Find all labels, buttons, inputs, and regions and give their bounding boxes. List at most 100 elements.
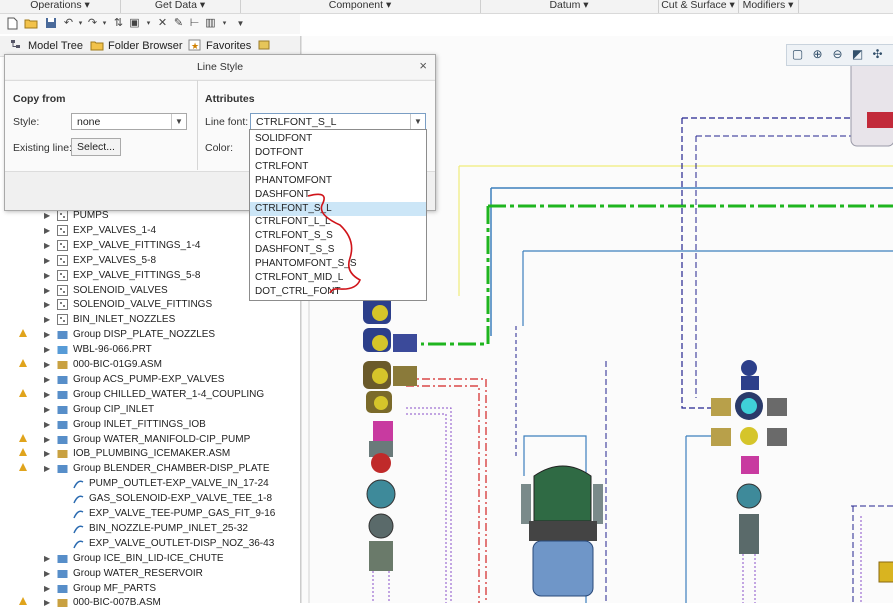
expand-toggle-icon[interactable]: ▶: [44, 372, 50, 387]
assembly-icon: [57, 210, 68, 221]
ribbon-group-cut-surface[interactable]: Cut & Surface ▾: [658, 0, 739, 13]
tree-row[interactable]: ▶ Group ICE_BIN_LID-ICE_CHUTE: [0, 551, 300, 566]
expand-toggle-icon[interactable]: ▶: [44, 581, 50, 596]
assembly-icon: [57, 254, 68, 266]
line-font-option[interactable]: PHANTOMFONT: [250, 174, 426, 188]
tree-row[interactable]: ▶ Group WATER_RESERVOIR: [0, 566, 300, 581]
close-icon[interactable]: ×: [419, 58, 427, 73]
line-font-option[interactable]: DOTFONT: [250, 146, 426, 160]
zoom-out-icon[interactable]: ⊖: [830, 47, 845, 62]
tree-row-label: Group ACS_PUMP-EXP_VALVES: [73, 373, 225, 385]
expand-toggle-icon[interactable]: ▶: [44, 223, 50, 238]
expand-toggle-icon[interactable]: ▶: [44, 551, 50, 566]
edit-icon[interactable]: ✎: [172, 17, 185, 30]
tree-row-label: Group INLET_FITTINGS_IOB: [73, 418, 206, 430]
open-folder-icon[interactable]: [24, 17, 38, 30]
expand-toggle-icon[interactable]: ▶: [44, 417, 50, 432]
tree-row[interactable]: EXP_VALVE_TEE-PUMP_GAS_FIT_9-16: [0, 506, 300, 521]
windows-dropdown-icon[interactable]: ▾: [142, 17, 155, 30]
tree-row[interactable]: ▶ Group INLET_FITTINGS_IOB: [0, 417, 300, 432]
tree-row-label: SOLENOID_VALVE_FITTINGS: [73, 299, 213, 311]
line-font-option[interactable]: CTRLFONT_L_L: [250, 215, 426, 229]
chevron-down-icon[interactable]: ▼: [171, 114, 186, 129]
pipe-icon: [73, 523, 84, 534]
expand-toggle-icon[interactable]: ▶: [44, 387, 50, 402]
line-font-dropdown[interactable]: CTRLFONT_S_L ▼: [250, 113, 426, 130]
ribbon-group-component[interactable]: Component ▾: [240, 0, 481, 13]
tree-row[interactable]: ▶ 000-BIC-01G9.ASM: [0, 357, 300, 372]
display-icon[interactable]: ▥: [204, 17, 217, 30]
tree-row[interactable]: ▶ Group MF_PARTS: [0, 581, 300, 596]
tree-row[interactable]: ▶ Group WATER_MANIFOLD-CIP_PUMP: [0, 432, 300, 447]
line-font-option[interactable]: CTRLFONT_MID_L: [250, 271, 426, 285]
ribbon-group-get-data[interactable]: Get Data ▾: [120, 0, 241, 13]
repaint-icon[interactable]: ◩: [850, 47, 865, 62]
line-font-option[interactable]: CTRLFONT: [250, 160, 426, 174]
tree-row[interactable]: ▶ Group CIP_INLET: [0, 402, 300, 417]
expand-toggle-icon[interactable]: ▶: [44, 461, 50, 476]
line-font-option[interactable]: PHANTOMFONT_S_S: [250, 257, 426, 271]
tree-row[interactable]: ▶ WBL-96-066.PRT: [0, 342, 300, 357]
ribbon-group-modifiers[interactable]: Modifiers ▾: [738, 0, 799, 13]
expand-toggle-icon[interactable]: ▶: [44, 312, 50, 327]
expand-toggle-icon[interactable]: ▶: [44, 253, 50, 268]
expand-toggle-icon[interactable]: ▶: [44, 238, 50, 253]
expand-toggle-icon[interactable]: ▶: [44, 297, 50, 312]
select-button[interactable]: Select...: [71, 138, 121, 156]
zoom-in-icon[interactable]: ⊕: [810, 47, 825, 62]
close-window-icon[interactable]: ✕: [156, 17, 169, 30]
tree-row[interactable]: ▶ BIN_INLET_NOZZLES: [0, 312, 300, 327]
tree-row[interactable]: ▶ IOB_PLUMBING_ICEMAKER.ASM: [0, 446, 300, 461]
expand-toggle-icon[interactable]: ▶: [44, 357, 50, 372]
expand-toggle-icon[interactable]: ▶: [44, 327, 50, 342]
tree-row-label: SOLENOID_VALVES: [73, 284, 168, 296]
tree-row-label: Group WATER_MANIFOLD-CIP_PUMP: [73, 433, 251, 445]
ribbon-group-datum[interactable]: Datum ▾: [480, 0, 659, 13]
line-font-option[interactable]: DASHFONT_S_S: [250, 243, 426, 257]
expand-toggle-icon[interactable]: ▶: [44, 283, 50, 298]
tree-row-label: 000-BIC-01G9.ASM: [73, 359, 162, 370]
svg-text:★: ★: [191, 41, 199, 51]
tree-row[interactable]: ▶ Group DISP_PLATE_NOZZLES: [0, 327, 300, 342]
tab-favorites[interactable]: ★ Favorites: [188, 39, 251, 52]
line-font-option[interactable]: SOLIDFONT: [250, 132, 426, 146]
windows-icon[interactable]: ▣: [128, 17, 141, 30]
line-font-option[interactable]: CTRLFONT_S_S: [250, 229, 426, 243]
tab-extra[interactable]: [258, 39, 276, 52]
display-dropdown-icon[interactable]: ▾: [218, 17, 231, 30]
line-font-option[interactable]: DOT_CTRL_FONT: [250, 285, 426, 299]
tab-model-tree[interactable]: Model Tree: [10, 39, 83, 52]
save-icon[interactable]: [44, 17, 57, 30]
tree-row[interactable]: BIN_NOZZLE-PUMP_INLET_25-32: [0, 521, 300, 536]
expand-toggle-icon[interactable]: ▶: [44, 268, 50, 283]
pan-icon[interactable]: ✣: [870, 47, 885, 62]
expand-toggle-icon[interactable]: ▶: [44, 446, 50, 461]
line-font-option[interactable]: CTRLFONT_S_L: [250, 201, 426, 216]
pipe-icon: [73, 493, 84, 504]
regenerate-icon[interactable]: ⇅: [112, 17, 125, 30]
expand-toggle-icon[interactable]: ▶: [44, 402, 50, 417]
tree-row[interactable]: PUMP_OUTLET-EXP_VALVE_IN_17-24: [0, 476, 300, 491]
redo-dropdown-icon[interactable]: ▾: [98, 17, 111, 30]
customize-toolbar-icon[interactable]: ▼: [234, 17, 247, 30]
chevron-down-icon[interactable]: ▼: [410, 114, 425, 129]
warning-icon: [19, 433, 27, 442]
line-font-option[interactable]: DASHFONT: [250, 188, 426, 202]
expand-toggle-icon[interactable]: ▶: [44, 342, 50, 357]
style-dropdown[interactable]: none ▼: [71, 113, 187, 130]
tree-row[interactable]: EXP_VALVE_OUTLET-DISP_NOZ_36-43: [0, 536, 300, 551]
ribbon-group-operations[interactable]: Operations ▾: [0, 0, 121, 13]
warning-icon: [19, 388, 27, 397]
tree-row[interactable]: ▶ Group CHILLED_WATER_1-4_COUPLING: [0, 387, 300, 402]
existing-line-label: Existing line:: [13, 142, 72, 154]
expand-toggle-icon[interactable]: ▶: [44, 432, 50, 447]
tab-folder-browser[interactable]: Folder Browser: [90, 39, 183, 52]
expand-toggle-icon[interactable]: ▶: [44, 566, 50, 581]
tree-row[interactable]: GAS_SOLENOID-EXP_VALVE_TEE_1-8: [0, 491, 300, 506]
tree-row[interactable]: ▶ Group ACS_PUMP-EXP_VALVES: [0, 372, 300, 387]
new-file-icon[interactable]: [6, 17, 19, 30]
tree-row[interactable]: ▶ Group BLENDER_CHAMBER-DISP_PLATE: [0, 461, 300, 476]
refit-icon[interactable]: ▢: [790, 47, 805, 62]
pipe-icon: [73, 538, 84, 549]
dimension-icon[interactable]: ⊢: [188, 17, 201, 30]
